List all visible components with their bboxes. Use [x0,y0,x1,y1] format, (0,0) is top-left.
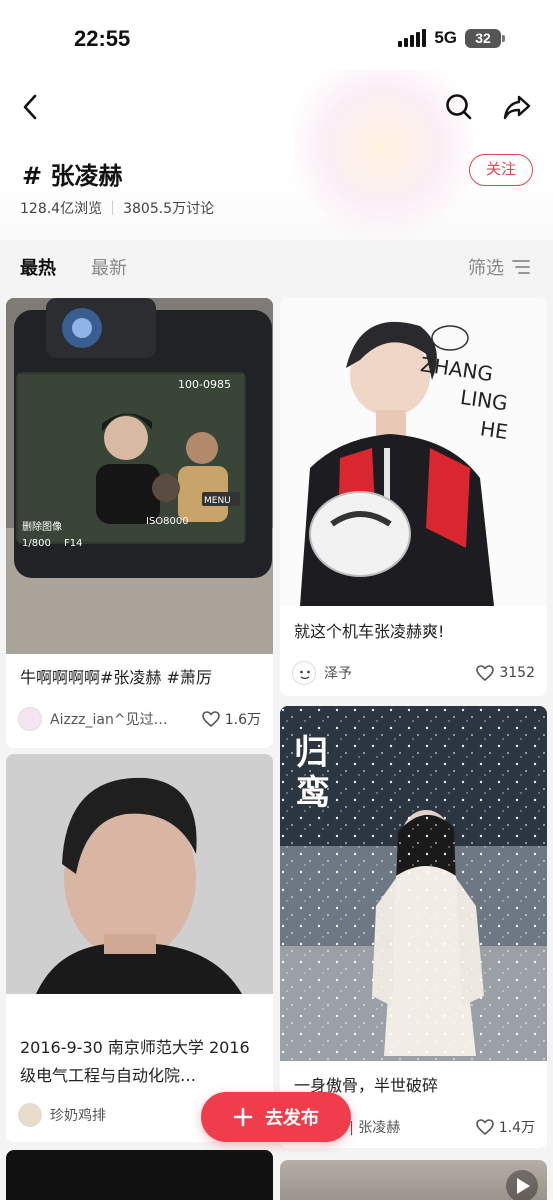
heart-icon [475,1119,494,1135]
status-time: 22:55 [74,26,131,51]
tab-hot[interactable]: 最热 [20,254,56,280]
illustration-text-he: HE [479,416,510,444]
like-button[interactable]: 3152 [476,665,535,681]
author-name: Aizzz_ian^见过… [50,712,168,728]
topic-header: # 张凌赫 128.4亿浏览 3805.5万讨论 关注 [0,70,553,240]
heart-icon [201,711,220,727]
search-icon [446,94,472,120]
tab-latest[interactable]: 最新 [91,254,127,280]
post-image: ZHANG LING HE [280,298,547,606]
camera-iso: ISO8000 [146,516,189,527]
post-image [6,1150,273,1200]
topic-title: # 张凌赫 [22,162,123,190]
post-image [280,1160,547,1200]
discussion-count: 3805.5万讨论 [123,201,215,217]
publish-label: 去发布 [265,1108,319,1129]
post-title: 就这个机车张凌赫爽! [294,622,445,641]
camera-shutter: 1/800 [22,538,51,549]
post-card[interactable]: 2016-9-30 南京师范大学 2016级电气工程与自动化院… 珍奶鸡排 [6,754,273,1142]
share-button[interactable] [500,90,534,124]
topic-stats: 128.4亿浏览 3805.5万讨论 [20,198,214,218]
post-image [6,754,273,994]
like-count: 1.6万 [224,712,261,728]
post-card[interactable]: 100-0985 MENU ISO8000 删除图像 1/800 F14 牛啊啊… [6,298,273,748]
stats-divider [112,201,114,215]
avatar [18,707,42,731]
heart-icon [476,665,495,681]
poster-title-2: 鸾 [296,773,330,813]
share-icon [503,95,531,120]
post-card[interactable]: 归 鸾 一身傲骨，半世破碎 AMORU | 张凌赫 1.4万 [280,706,547,1148]
filter-button[interactable]: 筛选 [468,254,530,280]
poster-title-1: 归 [294,733,328,773]
post-card[interactable]: ZHANG LING HE 就这个机车张凌赫爽! 泽予 3152 [280,298,547,696]
chevron-left-icon [23,94,37,120]
avatar [292,661,316,685]
signal-icon [398,29,427,47]
like-button[interactable]: 1.6万 [201,709,261,729]
post-title: 牛啊啊啊啊#张凌赫 #萧厉 [20,668,212,687]
view-count: 128.4亿浏览 [20,201,103,217]
camera-aperture: F14 [64,538,82,549]
post-meta: Aizzz_ian^见过… 1.6万 [18,706,261,732]
back-button[interactable] [14,90,48,124]
avatar [18,1103,42,1127]
camera-menu-label: MENU [204,496,231,506]
status-indicators: 5G 32 [398,28,505,48]
filter-icon [512,260,530,274]
status-bar: 22:55 5G 32 [0,0,553,70]
network-type: 5G [434,28,457,47]
post-card[interactable] [280,1160,547,1200]
post-card[interactable] [6,1150,273,1200]
like-count: 3152 [499,665,535,681]
author-name: 泽予 [324,666,352,682]
post-meta: 泽予 3152 [292,660,535,686]
follow-button[interactable]: 关注 [469,154,533,186]
like-button[interactable]: 1.4万 [475,1117,535,1137]
search-button[interactable] [442,90,476,124]
camera-counter: 100-0985 [178,378,231,391]
sort-tabs: 最热 最新 筛选 [0,240,553,292]
plus-icon [233,1107,253,1127]
battery-icon: 32 [465,28,505,48]
post-image: 归 鸾 [280,706,547,1061]
filter-label: 筛选 [468,258,504,279]
post-title: 2016-9-30 南京师范大学 2016级电气工程与自动化院… [20,1038,250,1085]
publish-button[interactable]: 去发布 [201,1092,351,1142]
camera-delete-label: 删除图像 [22,520,62,533]
post-image: 100-0985 MENU ISO8000 删除图像 1/800 F14 [6,298,273,654]
smiley-icon [300,670,310,680]
like-count: 1.4万 [498,1120,535,1136]
